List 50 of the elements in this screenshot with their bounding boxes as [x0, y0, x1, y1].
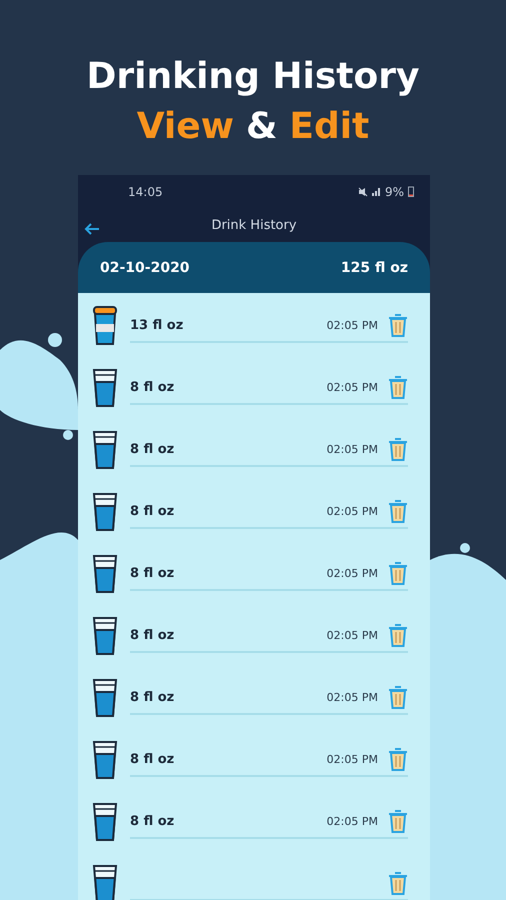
drink-time: 02:05 PM — [326, 814, 378, 828]
drink-amount: 8 fl oz — [130, 690, 174, 705]
water-glass-icon — [92, 740, 118, 780]
delete-button[interactable] — [388, 685, 408, 710]
mute-icon — [358, 186, 368, 197]
delete-button[interactable] — [388, 623, 408, 648]
water-glass-icon — [92, 554, 118, 594]
drink-amount: 8 fl oz — [130, 814, 174, 829]
drink-time: 02:05 PM — [326, 752, 378, 766]
delete-button[interactable] — [388, 313, 408, 338]
drink-time: 02:05 PM — [326, 380, 378, 394]
battery-icon — [408, 186, 414, 198]
water-glass-icon — [92, 430, 118, 470]
delete-button[interactable] — [388, 561, 408, 586]
delete-button[interactable] — [388, 809, 408, 834]
drink-amount: 13 fl oz — [130, 318, 184, 333]
drink-time: 02:05 PM — [326, 628, 378, 642]
drink-time: 02:05 PM — [326, 690, 378, 704]
delete-button[interactable] — [388, 747, 408, 772]
drink-amount: 8 fl oz — [130, 752, 174, 767]
drink-time: 02:05 PM — [326, 504, 378, 518]
headline-word: & — [246, 105, 278, 149]
signal-icon — [372, 187, 381, 196]
battery-percent: 9% — [384, 184, 404, 199]
drink-amount: 8 fl oz — [130, 566, 174, 581]
day-total: 125 fl oz — [340, 260, 408, 276]
water-glass-icon — [92, 368, 118, 408]
drink-time: 02:05 PM — [326, 318, 378, 332]
drink-time: 02:05 PM — [326, 442, 378, 456]
drink-amount: 8 fl oz — [130, 442, 174, 457]
delete-button[interactable] — [388, 499, 408, 524]
headline-word: View — [136, 105, 234, 149]
drink-amount: 8 fl oz — [130, 504, 174, 519]
coffee-cup-icon — [92, 306, 118, 346]
drink-amount: 8 fl oz — [130, 628, 174, 643]
headline-title: Drinking History — [86, 55, 420, 99]
headline-word: Edit — [289, 105, 370, 149]
water-glass-icon — [92, 492, 118, 532]
delete-button[interactable] — [388, 871, 408, 896]
drink-amount: 8 fl oz — [130, 380, 174, 395]
status-time: 14:05 — [128, 184, 163, 199]
day-date: 02-10-2020 — [100, 260, 190, 276]
water-glass-icon — [92, 678, 118, 718]
water-glass-icon — [92, 802, 118, 842]
water-glass-icon — [92, 864, 118, 900]
screen-title: Drink History — [211, 218, 297, 234]
delete-button[interactable] — [388, 437, 408, 462]
drink-time: 02:05 PM — [326, 566, 378, 580]
delete-button[interactable] — [388, 375, 408, 400]
water-glass-icon — [92, 616, 118, 656]
